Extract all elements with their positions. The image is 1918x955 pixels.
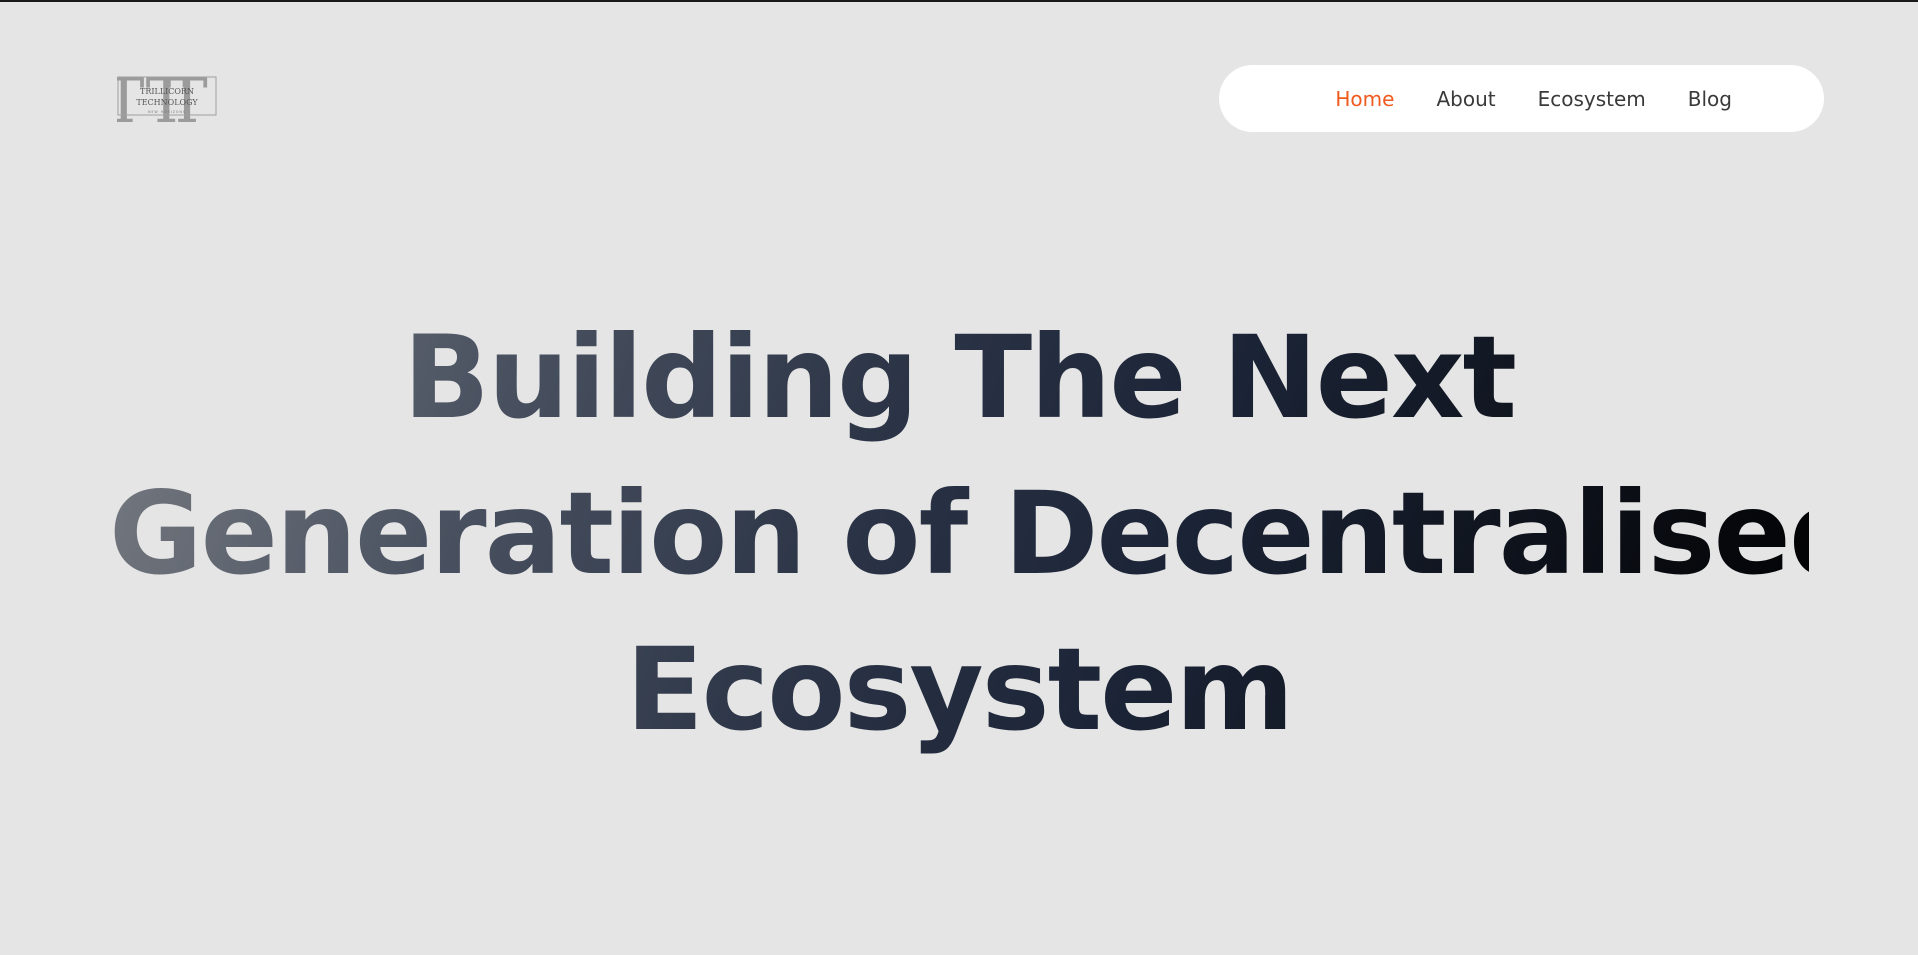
hero-title-line-3: Ecosystem xyxy=(625,623,1293,756)
logo-tagline: NEW HORIZONS xyxy=(148,110,186,114)
main-navigation: Home About Ecosystem Blog xyxy=(1219,65,1824,132)
nav-links: Home About Ecosystem Blog xyxy=(1335,65,1732,132)
nav-ecosystem[interactable]: Ecosystem xyxy=(1538,87,1646,111)
hero-title-line-1: Building The Next xyxy=(402,311,1515,444)
logo-line-2: TECHNOLOGY xyxy=(136,98,198,107)
hero-title-line-2: Generation of Decentralised xyxy=(109,467,1869,600)
hero-title: Building The Next Generation of Decentra… xyxy=(109,300,1809,768)
nav-about[interactable]: About xyxy=(1436,87,1495,111)
top-border xyxy=(0,0,1918,2)
hero-section: Building The Next Generation of Decentra… xyxy=(0,300,1918,768)
logo-line-1: TRILLICORN xyxy=(140,87,194,96)
nav-home[interactable]: Home xyxy=(1335,87,1394,111)
nav-blog[interactable]: Blog xyxy=(1688,87,1732,111)
brand-logo[interactable]: TT T TRILLICORN TECHNOLOGY NEW HORIZONS xyxy=(117,68,219,126)
